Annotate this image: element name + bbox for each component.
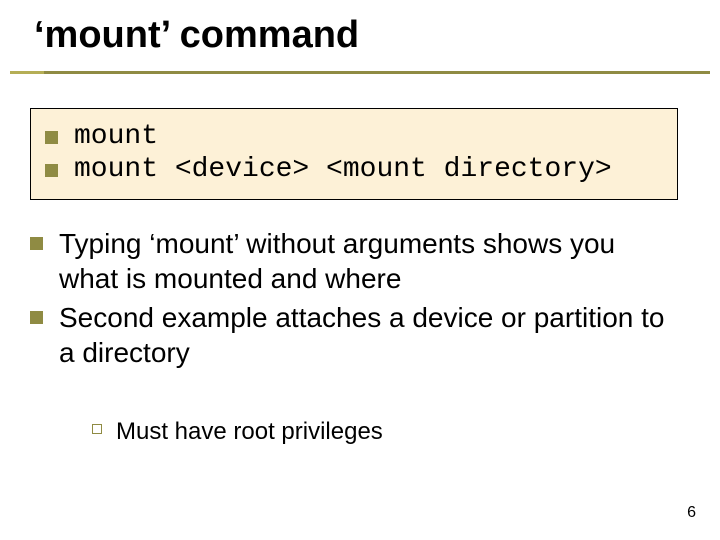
list-item: Must have root privileges (92, 416, 678, 447)
list-item: Typing ‘mount’ without arguments shows y… (30, 226, 678, 296)
page-number: 6 (687, 504, 696, 522)
code-text: mount <device> <mount directory> (74, 154, 612, 185)
square-bullet-icon (45, 131, 58, 144)
list-item: mount <device> <mount directory> (45, 154, 663, 185)
body-text: Second example attaches a device or part… (59, 300, 678, 370)
body-list: Typing ‘mount’ without arguments shows y… (30, 226, 678, 374)
square-bullet-icon (30, 311, 43, 324)
square-bullet-icon (45, 164, 58, 177)
list-item: mount (45, 121, 663, 152)
code-text: mount (74, 121, 158, 152)
sub-text: Must have root privileges (116, 416, 383, 447)
sub-list: Must have root privileges (92, 416, 678, 447)
slide: ‘mount’ command mount mount <device> <mo… (0, 0, 720, 540)
square-bullet-icon (30, 237, 43, 250)
list-item: Second example attaches a device or part… (30, 300, 678, 370)
code-box: mount mount <device> <mount directory> (30, 108, 678, 200)
hollow-square-bullet-icon (92, 424, 102, 434)
slide-title: ‘mount’ command (34, 14, 359, 57)
body-text: Typing ‘mount’ without arguments shows y… (59, 226, 678, 296)
title-container: ‘mount’ command (10, 0, 710, 74)
title-accent-line (10, 71, 44, 74)
